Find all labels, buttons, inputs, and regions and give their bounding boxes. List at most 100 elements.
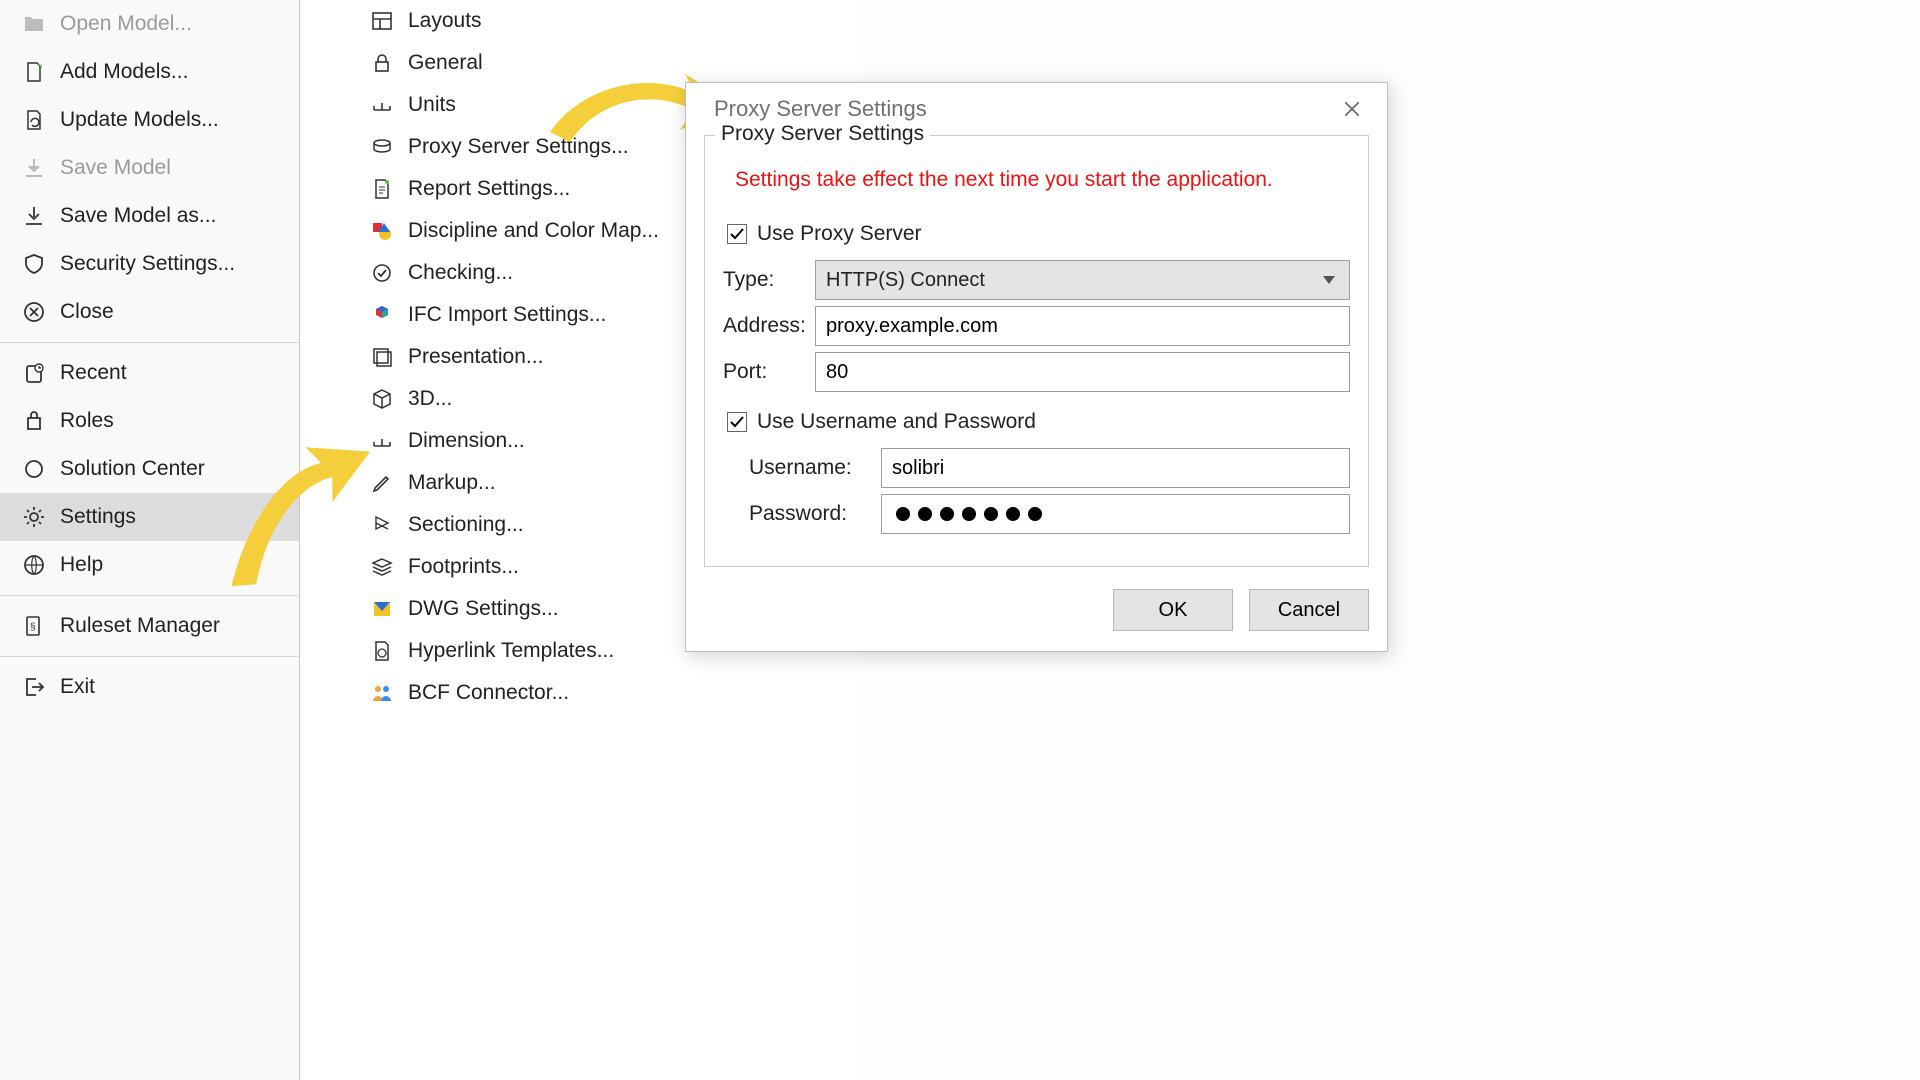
shield-icon bbox=[22, 252, 46, 276]
pencil-icon bbox=[370, 471, 394, 495]
folder-icon bbox=[22, 12, 46, 36]
type-select[interactable]: HTTP(S) Connect bbox=[815, 260, 1350, 300]
ok-button[interactable]: OK bbox=[1113, 589, 1233, 631]
submenu-item-label: BCF Connector... bbox=[408, 681, 569, 705]
auth-block: Username: Password: bbox=[749, 448, 1350, 534]
checkbox-icon bbox=[727, 412, 747, 432]
sidebar-item-label: Help bbox=[60, 553, 103, 577]
sidebar-item-save-model[interactable]: Save Model bbox=[0, 144, 299, 192]
submenu-item-label: Markup... bbox=[408, 471, 496, 495]
address-input[interactable] bbox=[815, 306, 1350, 346]
submenu-item-label: General bbox=[408, 51, 483, 75]
sidebar-item-label: Solution Center bbox=[60, 457, 205, 481]
submenu-item-label: Units bbox=[408, 93, 456, 117]
sidebar-item-label: Exit bbox=[60, 675, 95, 699]
sidebar-item-ruleset-manager[interactable]: § Ruleset Manager bbox=[0, 602, 299, 650]
submenu-item-bcf-connector[interactable]: BCF Connector... bbox=[300, 672, 860, 714]
submenu-item-general[interactable]: General bbox=[300, 42, 860, 84]
save-as-icon bbox=[22, 204, 46, 228]
sidebar-item-label: Add Models... bbox=[60, 60, 188, 84]
sidebar: Open Model... + Add Models... Update Mod… bbox=[0, 0, 300, 1080]
username-row: Username: bbox=[749, 448, 1350, 488]
submenu-item-label: Footprints... bbox=[408, 555, 519, 579]
sidebar-item-settings[interactable]: Settings bbox=[0, 493, 299, 541]
gear-icon bbox=[22, 505, 46, 529]
type-select-value: HTTP(S) Connect bbox=[826, 269, 985, 292]
color-shapes-icon bbox=[370, 219, 394, 243]
chevron-down-icon bbox=[1323, 276, 1335, 284]
circle-icon bbox=[22, 457, 46, 481]
sidebar-item-label: Roles bbox=[60, 409, 114, 433]
sidebar-item-add-models[interactable]: + Add Models... bbox=[0, 48, 299, 96]
password-input[interactable] bbox=[881, 494, 1350, 534]
close-icon[interactable] bbox=[1333, 94, 1371, 124]
layers-icon bbox=[370, 555, 394, 579]
report-icon bbox=[370, 177, 394, 201]
units-icon bbox=[370, 93, 394, 117]
password-row: Password: bbox=[749, 494, 1350, 534]
use-proxy-label: Use Proxy Server bbox=[757, 222, 922, 246]
sidebar-item-help[interactable]: Help bbox=[0, 541, 299, 589]
sidebar-item-label: Save Model as... bbox=[60, 204, 216, 228]
sidebar-item-label: Close bbox=[60, 300, 114, 324]
sidebar-item-label: Settings bbox=[60, 505, 136, 529]
username-input[interactable] bbox=[881, 448, 1350, 488]
submenu-item-label: Layouts bbox=[408, 9, 482, 33]
cube-icon bbox=[370, 387, 394, 411]
type-row: Type: HTTP(S) Connect bbox=[723, 260, 1350, 300]
proxy-settings-fieldset: Proxy Server Settings Settings take effe… bbox=[704, 135, 1369, 567]
password-label: Password: bbox=[749, 502, 881, 526]
submenu-item-label: Dimension... bbox=[408, 429, 525, 453]
cancel-button[interactable]: Cancel bbox=[1249, 589, 1369, 631]
sidebar-item-label: Recent bbox=[60, 361, 127, 385]
use-proxy-checkbox-row[interactable]: Use Proxy Server bbox=[727, 222, 1350, 246]
address-label: Address: bbox=[723, 314, 815, 338]
restart-notice: Settings take effect the next time you s… bbox=[735, 168, 1350, 192]
fieldset-legend: Proxy Server Settings bbox=[715, 122, 930, 146]
proxy-icon bbox=[370, 135, 394, 159]
svg-text:§: § bbox=[30, 622, 36, 633]
submenu-item-label: Discipline and Color Map... bbox=[408, 219, 659, 243]
sidebar-item-close[interactable]: Close bbox=[0, 288, 299, 336]
svg-text:+: + bbox=[39, 63, 43, 69]
sidebar-item-roles[interactable]: Roles bbox=[0, 397, 299, 445]
submenu-item-label: Sectioning... bbox=[408, 513, 524, 537]
dimension-icon bbox=[370, 429, 394, 453]
ifc-icon bbox=[370, 303, 394, 327]
layouts-icon bbox=[370, 9, 394, 33]
recent-icon bbox=[22, 361, 46, 385]
sidebar-item-update-models[interactable]: Update Models... bbox=[0, 96, 299, 144]
sidebar-item-open-model[interactable]: Open Model... bbox=[0, 0, 299, 48]
sidebar-item-label: Open Model... bbox=[60, 12, 192, 36]
dialog-buttons: OK Cancel bbox=[686, 579, 1387, 651]
sidebar-item-label: Ruleset Manager bbox=[60, 614, 220, 638]
presentation-icon bbox=[370, 345, 394, 369]
submenu-item-label: Checking... bbox=[408, 261, 513, 285]
exit-icon bbox=[22, 675, 46, 699]
use-auth-checkbox-row[interactable]: Use Username and Password bbox=[727, 410, 1350, 434]
sidebar-item-save-model-as[interactable]: Save Model as... bbox=[0, 192, 299, 240]
save-icon bbox=[22, 156, 46, 180]
sidebar-item-recent[interactable]: Recent bbox=[0, 349, 299, 397]
use-auth-label: Use Username and Password bbox=[757, 410, 1036, 434]
people-icon bbox=[370, 681, 394, 705]
link-templates-icon bbox=[370, 639, 394, 663]
proxy-settings-dialog: Proxy Server Settings Proxy Server Setti… bbox=[685, 82, 1388, 652]
sidebar-item-label: Save Model bbox=[60, 156, 171, 180]
sidebar-item-exit[interactable]: Exit bbox=[0, 663, 299, 711]
type-label: Type: bbox=[723, 268, 815, 292]
submenu-item-label: IFC Import Settings... bbox=[408, 303, 606, 327]
page-add-icon: + bbox=[22, 60, 46, 84]
port-label: Port: bbox=[723, 360, 815, 384]
page-refresh-icon bbox=[22, 108, 46, 132]
submenu-item-label: Hyperlink Templates... bbox=[408, 639, 614, 663]
submenu-item-label: DWG Settings... bbox=[408, 597, 559, 621]
bag-icon bbox=[22, 409, 46, 433]
sidebar-item-security-settings[interactable]: Security Settings... bbox=[0, 240, 299, 288]
port-input[interactable] bbox=[815, 352, 1350, 392]
sidebar-separator bbox=[0, 595, 299, 596]
submenu-item-label: 3D... bbox=[408, 387, 452, 411]
sidebar-item-solution-center[interactable]: Solution Center bbox=[0, 445, 299, 493]
submenu-item-layouts[interactable]: Layouts bbox=[300, 0, 860, 42]
close-circle-icon bbox=[22, 300, 46, 324]
